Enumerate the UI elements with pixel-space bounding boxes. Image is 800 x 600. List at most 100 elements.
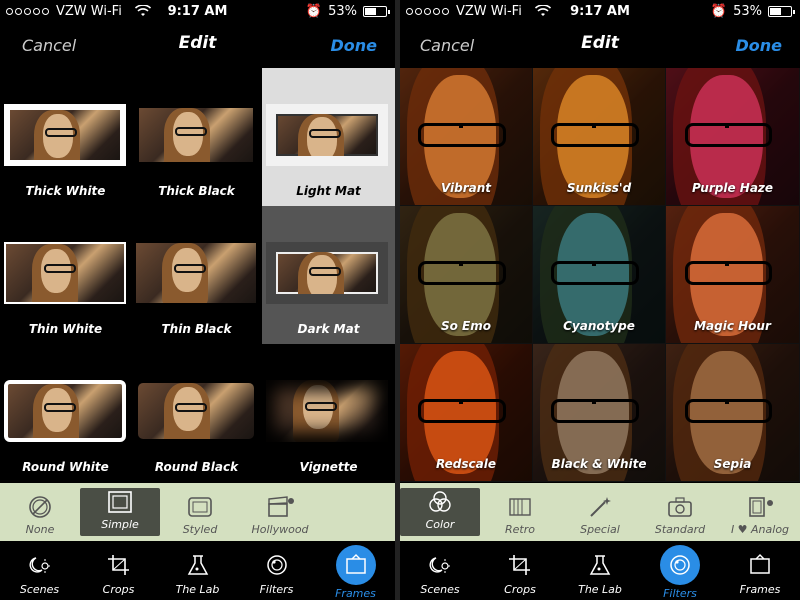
done-button[interactable]: Done xyxy=(735,36,782,55)
frame-label: Dark Mat xyxy=(297,322,360,336)
filter-label: Sunkiss'd xyxy=(566,181,632,195)
frame-thumbnail xyxy=(4,242,126,304)
flask-icon xyxy=(582,549,618,581)
filter-option[interactable]: Purple Haze xyxy=(666,68,800,206)
tab-the-lab[interactable]: The Lab xyxy=(158,541,237,600)
done-button[interactable]: Done xyxy=(330,36,377,55)
filter-option[interactable]: Magic Hour xyxy=(666,206,800,344)
frame-option[interactable]: Thin Black xyxy=(131,206,262,344)
frame-thumbnail xyxy=(135,242,257,304)
alarm-icon: ⏰ xyxy=(710,3,728,19)
frame-option[interactable]: Thin White xyxy=(0,206,131,344)
category-camera[interactable]: Standard xyxy=(640,483,720,541)
flask-icon xyxy=(180,549,216,581)
battery-percent: 53% xyxy=(733,3,762,19)
frame-thumbnail xyxy=(4,104,126,166)
tab-scenes[interactable]: Scenes xyxy=(0,541,79,600)
tab-bar: Scenes Crops The Lab Filters Frames xyxy=(400,541,800,600)
filter-label: Magic Hour xyxy=(694,319,771,333)
filters-screen: VZW Wi-Fi 9:17 AM ⏰ 53% Cancel Edit Done… xyxy=(400,0,800,600)
tab-filters[interactable]: Filters xyxy=(237,541,316,600)
filter-option[interactable]: Sunkiss'd xyxy=(533,68,666,206)
filter-option[interactable]: Vibrant xyxy=(400,68,533,206)
category-label: None xyxy=(25,523,55,536)
category-label: Hollywood xyxy=(251,523,309,536)
tab-crops[interactable]: Crops xyxy=(480,541,560,600)
filter-label: Redscale xyxy=(436,457,496,471)
frame-label: Round Black xyxy=(154,460,239,474)
frame-thumbnail xyxy=(135,104,257,166)
tab-label: Filters xyxy=(663,587,697,600)
tab-the-lab[interactable]: The Lab xyxy=(560,541,640,600)
tab-filters[interactable]: Filters xyxy=(640,541,720,600)
filter-label: So Emo xyxy=(440,319,491,333)
category-label: Standard xyxy=(654,523,706,536)
frame-category-toolbar: None Simple Styled Hollywood xyxy=(0,483,395,541)
crop-icon xyxy=(502,549,538,581)
category-none[interactable]: None xyxy=(0,483,80,541)
tab-crops[interactable]: Crops xyxy=(79,541,158,600)
frame-thumbnail xyxy=(266,104,388,166)
tab-frames[interactable]: Frames xyxy=(720,541,800,600)
tab-label: Crops xyxy=(102,583,135,596)
simple-frame-icon xyxy=(105,490,135,514)
none-icon xyxy=(25,495,55,519)
category-magic-wand[interactable]: Special xyxy=(560,483,640,541)
frame-option[interactable]: Dark Mat xyxy=(262,206,395,344)
category-styled-frame[interactable]: Styled xyxy=(160,483,240,541)
tab-label: The Lab xyxy=(175,583,220,596)
clapperboard-icon xyxy=(265,495,295,519)
filters-icon xyxy=(660,545,700,585)
filter-option[interactable]: Black & White xyxy=(533,344,666,482)
film-icon xyxy=(745,495,775,519)
tab-label: Frames xyxy=(739,583,781,596)
nav-bar: Cancel Edit Done xyxy=(400,28,800,62)
frame-thumbnail xyxy=(135,380,257,442)
filter-option[interactable]: So Emo xyxy=(400,206,533,344)
color-circles-icon xyxy=(425,490,455,514)
alarm-icon: ⏰ xyxy=(305,3,323,19)
category-retro[interactable]: Retro xyxy=(480,483,560,541)
frame-option[interactable]: Light Mat xyxy=(262,68,395,206)
battery-icon xyxy=(768,5,795,17)
tab-bar: Scenes Crops The Lab Filters Frames xyxy=(0,541,395,600)
frame-icon xyxy=(335,545,376,585)
scenes-icon xyxy=(22,549,58,581)
category-simple-frame[interactable]: Simple xyxy=(80,488,160,536)
frame-label: Thin Black xyxy=(161,322,232,336)
category-label: Color xyxy=(425,518,455,531)
filter-label: Cyanotype xyxy=(563,319,635,333)
category-label: Styled xyxy=(182,523,218,536)
frame-thumbnail xyxy=(266,380,388,442)
status-bar: VZW Wi-Fi 9:17 AM ⏰ 53% xyxy=(0,0,395,22)
battery-percent: 53% xyxy=(328,3,357,19)
camera-icon xyxy=(665,495,695,519)
category-film[interactable]: I ♥ Analog xyxy=(720,483,800,541)
tab-label: Scenes xyxy=(19,583,60,596)
frame-option[interactable]: Thick Black xyxy=(131,68,262,206)
frame-option[interactable]: Vignette xyxy=(262,344,395,482)
filter-option[interactable]: Sepia xyxy=(666,344,800,482)
category-label: Special xyxy=(580,523,620,536)
category-clapperboard[interactable]: Hollywood xyxy=(240,483,320,541)
tab-scenes[interactable]: Scenes xyxy=(400,541,480,600)
scenes-icon xyxy=(422,549,458,581)
frames-screen: VZW Wi-Fi 9:17 AM ⏰ 53% Cancel Edit Done… xyxy=(0,0,395,600)
frame-thumbnail xyxy=(4,380,126,442)
category-color-circles[interactable]: Color xyxy=(400,488,480,536)
filter-option[interactable]: Redscale xyxy=(400,344,533,482)
tab-label: Filters xyxy=(259,583,294,596)
filter-option[interactable]: Cyanotype xyxy=(533,206,666,344)
tab-frames[interactable]: Frames xyxy=(316,541,395,600)
frame-grid: Thick White Thick Black Light Mat Thin W… xyxy=(0,68,395,482)
frame-option[interactable]: Thick White xyxy=(0,68,131,206)
filter-label: Vibrant xyxy=(440,181,492,195)
frame-label: Light Mat xyxy=(296,184,361,198)
tab-label: The Lab xyxy=(578,583,622,596)
tab-label: Frames xyxy=(335,587,376,600)
tab-label: Crops xyxy=(504,583,536,596)
battery-icon xyxy=(363,5,390,17)
frame-option[interactable]: Round White xyxy=(0,344,131,482)
frame-icon xyxy=(742,549,778,581)
frame-option[interactable]: Round Black xyxy=(131,344,262,482)
